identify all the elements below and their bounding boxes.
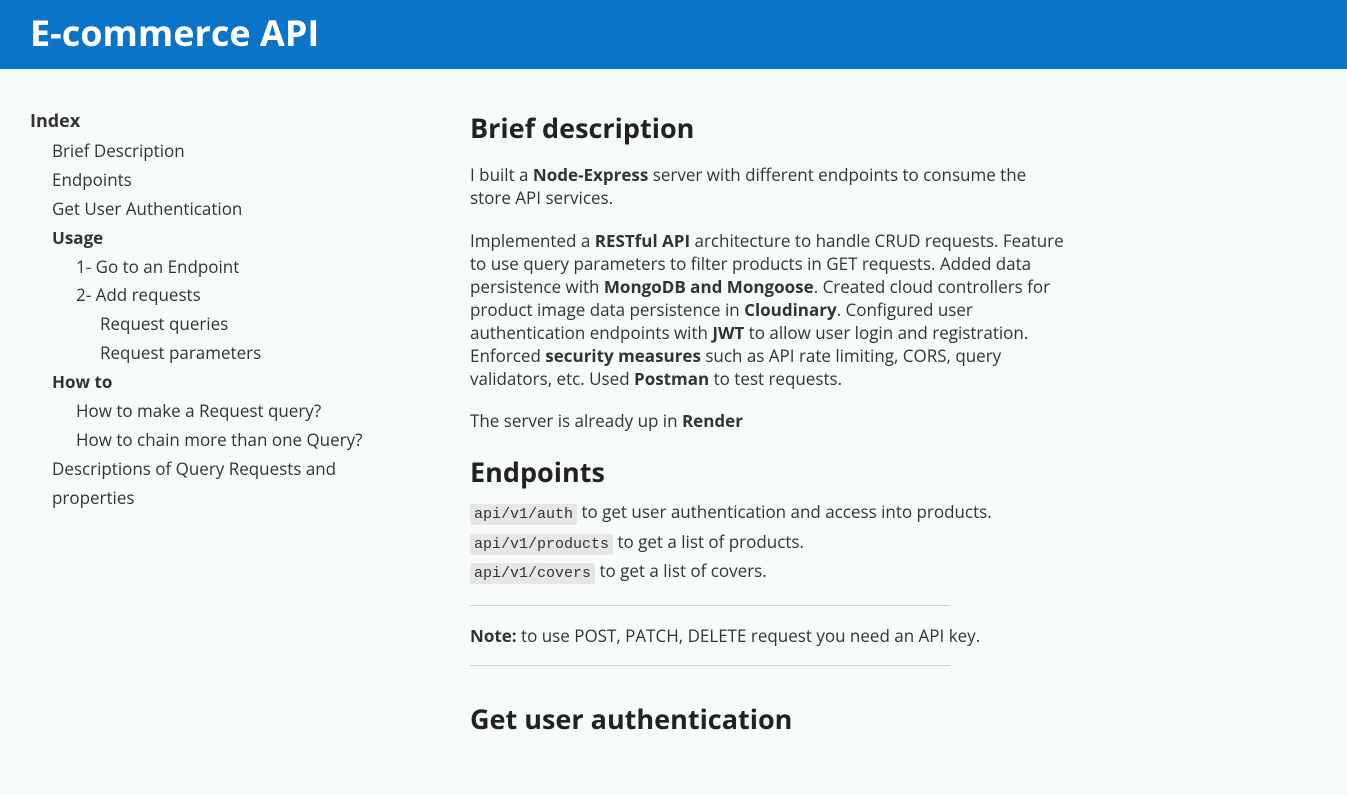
brief-description-heading: Brief description [470, 109, 1070, 146]
separator [470, 605, 950, 606]
sidebar-link-make-query[interactable]: How to make a Request query? [76, 399, 321, 422]
endpoint-covers-code: api/v1/covers [470, 563, 595, 584]
sidebar-link-req-params[interactable]: Request parameters [100, 341, 261, 364]
endpoint-auth-code: api/v1/auth [470, 504, 577, 525]
main-content: Brief description I built a Node-Express… [400, 69, 1130, 795]
sidebar-link-req-queries[interactable]: Request queries [100, 312, 228, 335]
note: Note: to use POST, PATCH, DELETE request… [470, 624, 1070, 647]
endpoint-covers: api/v1/covers to get a list of covers. [470, 557, 1070, 587]
layout: Index Brief Description Endpoints Get Us… [0, 69, 1347, 795]
sidebar: Index Brief Description Endpoints Get Us… [0, 69, 400, 795]
separator [470, 665, 950, 666]
sidebar-link-descriptions[interactable]: Descriptions of Query Requests and prope… [52, 457, 336, 509]
endpoint-auth: api/v1/auth to get user authentication a… [470, 498, 1070, 528]
sidebar-link-add-requests[interactable]: 2- Add requests [76, 283, 201, 306]
page-title: E-commerce API [30, 8, 1317, 57]
brief-paragraph-2: Implemented a RESTful API architecture t… [470, 230, 1070, 391]
sidebar-link-brief[interactable]: Brief Description [52, 139, 185, 162]
sidebar-link-chain-query[interactable]: How to chain more than one Query? [76, 428, 362, 451]
endpoint-products-code: api/v1/products [470, 534, 613, 555]
sidebar-link-endpoints[interactable]: Endpoints [52, 168, 132, 191]
page-header: E-commerce API [0, 0, 1347, 69]
endpoints-heading: Endpoints [470, 453, 1070, 490]
endpoints-section: Endpoints api/v1/auth to get user authen… [470, 453, 1070, 587]
index-heading: Index [30, 109, 380, 133]
endpoint-products: api/v1/products to get a list of product… [470, 528, 1070, 558]
get-user-auth-heading: Get user authentication [470, 700, 1070, 737]
brief-paragraph-3: The server is already up in Render [470, 410, 1070, 433]
sidebar-link-how-to[interactable]: How to [52, 370, 112, 393]
index-list: Brief Description Endpoints Get User Aut… [30, 137, 380, 513]
brief-paragraph-1: I built a Node-Express server with diffe… [470, 164, 1070, 210]
sidebar-link-usage[interactable]: Usage [52, 226, 103, 249]
sidebar-link-get-auth[interactable]: Get User Authentication [52, 197, 242, 220]
sidebar-link-go-endpoint[interactable]: 1- Go to an Endpoint [76, 255, 239, 278]
